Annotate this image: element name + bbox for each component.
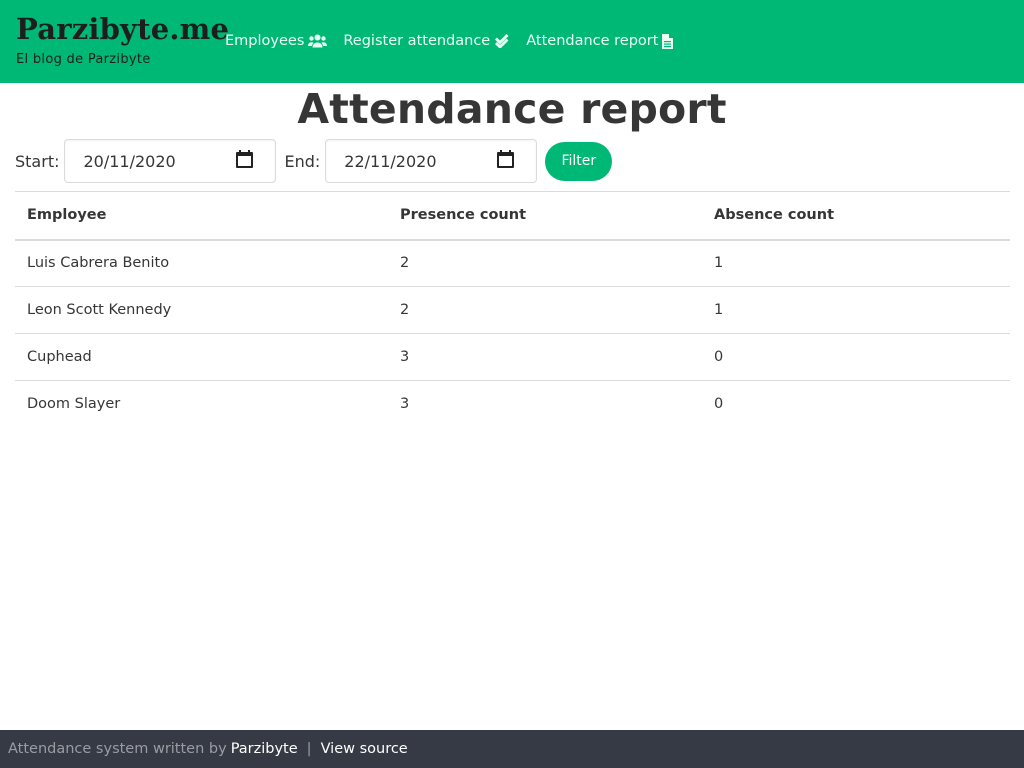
absence-count-cell: 0 — [714, 396, 724, 413]
column-header-absence-count: Absence count — [702, 191, 1010, 241]
end-date-value: 22/11/2020 — [344, 151, 437, 171]
table-row: Leon Scott Kennedy 2 1 — [15, 286, 1010, 334]
nav-item-label: Attendance report — [526, 33, 659, 49]
calendar-icon[interactable] — [236, 150, 254, 172]
footer: Attendance system written by Parzibyte |… — [0, 730, 1024, 768]
employee-name-cell: Doom Slayer — [27, 396, 121, 413]
table-row: Luis Cabrera Benito 2 1 — [15, 239, 1010, 287]
brand-subtitle: El blog de Parzibyte — [16, 52, 151, 67]
start-date-value: 20/11/2020 — [83, 151, 176, 171]
presence-count-cell: 3 — [388, 333, 702, 381]
nav-item-attendance-report[interactable]: Attendance report — [526, 33, 674, 49]
nav-item-register-attendance[interactable]: Register attendance — [343, 33, 510, 49]
employee-name-cell: Leon Scott Kennedy — [15, 286, 388, 334]
end-date-label: End: — [284, 151, 321, 171]
table-row: Cuphead 3 0 — [15, 333, 1010, 381]
table-header-row: Employee Presence count Absence count — [15, 191, 1010, 241]
column-header-employee: Employee — [15, 191, 388, 241]
employee-name-cell: Luis Cabrera Benito — [15, 239, 388, 287]
users-icon — [308, 34, 328, 48]
presence-count-cell: 2 — [388, 239, 702, 287]
nav-item-employees[interactable]: Employees — [225, 33, 328, 49]
absence-count-cell: 1 — [702, 239, 1010, 287]
attendance-report-table: Employee Presence count Absence count Lu… — [15, 191, 1010, 428]
end-date-input[interactable]: 22/11/2020 — [325, 139, 538, 183]
double-check-icon — [494, 34, 510, 48]
absence-count-cell: 0 — [702, 333, 1010, 381]
start-date-input[interactable]: 20/11/2020 — [64, 139, 277, 183]
footer-separator: | — [306, 741, 312, 757]
brand[interactable]: Parzibyte.me El blog de Parzibyte — [0, 0, 229, 67]
nav-item-label: Register attendance — [343, 33, 491, 49]
table-row: Doom Slayer 3 0 — [15, 381, 1010, 428]
top-navbar: Parzibyte.me El blog de Parzibyte Employ… — [0, 0, 1024, 83]
footer-text: Attendance system written by — [8, 741, 227, 757]
brand-title[interactable]: Parzibyte.me — [16, 12, 229, 46]
nav-item-label: Employees — [225, 33, 305, 49]
absence-count-cell: 1 — [702, 286, 1010, 334]
file-icon — [662, 33, 674, 49]
nav-links: Employees Register attendance Attendance… — [225, 0, 674, 49]
presence-count-cell: 2 — [388, 286, 702, 334]
view-source-link[interactable]: View source — [321, 741, 408, 757]
calendar-icon[interactable] — [497, 150, 515, 172]
column-header-presence-count: Presence count — [388, 191, 702, 241]
start-date-label: Start: — [15, 151, 60, 171]
employee-name-cell: Cuphead — [15, 333, 388, 381]
presence-count-cell: 3 — [400, 396, 410, 413]
author-link[interactable]: Parzibyte — [231, 741, 298, 757]
date-filter-bar: Start: 20/11/2020 End: 22/11/2020 Filter — [15, 139, 613, 183]
filter-button[interactable]: Filter — [545, 141, 613, 181]
page-title: Attendance report — [297, 85, 727, 133]
